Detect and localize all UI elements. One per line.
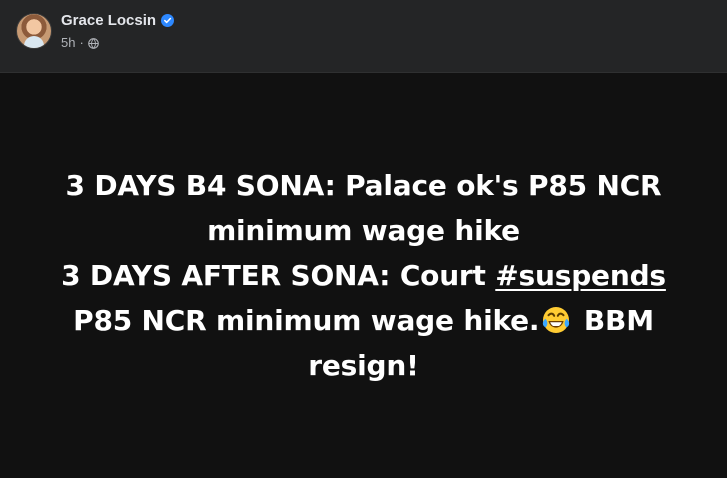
post-line-4-prefix: P85 NCR minimum wage hike. bbox=[73, 304, 540, 337]
post-line-1: 3 DAYS B4 SONA: Palace ok's P85 NCR bbox=[65, 169, 662, 202]
avatar-shirt bbox=[24, 36, 44, 48]
post-line-5: resign! bbox=[308, 349, 419, 382]
author-name[interactable]: Grace Locsin bbox=[61, 12, 156, 29]
author-avatar[interactable] bbox=[16, 13, 52, 49]
post-body: 3 DAYS B4 SONA: Palace ok's P85 NCR mini… bbox=[0, 73, 727, 478]
post-meta: 5h · bbox=[61, 35, 99, 50]
post-line-2: minimum wage hike bbox=[207, 214, 520, 247]
post-time[interactable]: 5h bbox=[61, 35, 75, 50]
globe-icon[interactable] bbox=[87, 37, 99, 49]
meta-separator: · bbox=[79, 35, 84, 50]
post-line-4: P85 NCR minimum wage hike. BBM bbox=[44, 298, 684, 343]
hashtag-suspends-link[interactable]: #suspends bbox=[495, 259, 666, 292]
post-line-3: 3 DAYS AFTER SONA: Court #suspends bbox=[44, 253, 684, 298]
post-header: Grace Locsin 5h · bbox=[0, 0, 727, 73]
post-line-4-suffix: BBM bbox=[574, 304, 654, 337]
tears-of-joy-emoji-icon bbox=[540, 304, 572, 336]
facebook-post: Grace Locsin 5h · 3 DAYS B4 SONA: Palace… bbox=[0, 0, 727, 478]
post-line-3-prefix: 3 DAYS AFTER SONA: Court bbox=[61, 259, 496, 292]
post-text: 3 DAYS B4 SONA: Palace ok's P85 NCR mini… bbox=[44, 163, 684, 388]
verified-badge-icon bbox=[161, 14, 175, 27]
author-line: Grace Locsin bbox=[61, 11, 175, 30]
